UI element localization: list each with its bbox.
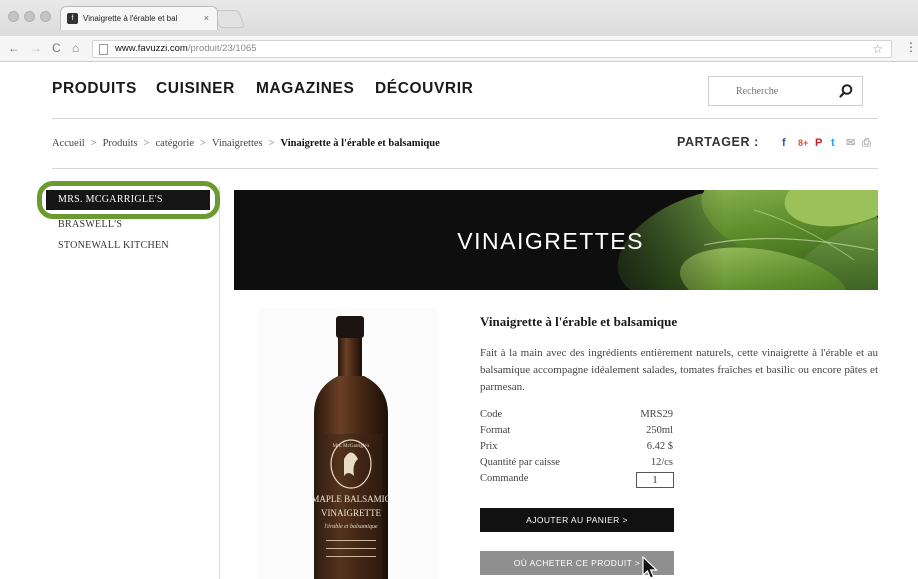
mouse-cursor-icon — [642, 556, 658, 579]
favicon-icon: f — [67, 13, 78, 24]
address-bar: ← → C ⌂ www.favuzzi.com/produit/23/1065 … — [0, 36, 918, 62]
share-label: PARTAGER : — [677, 135, 759, 149]
url-field[interactable]: www.favuzzi.com/produit/23/1065 ☆ — [92, 40, 892, 58]
bottle-label-line3: l'érable et balsamique — [324, 524, 378, 530]
breadcrumb-item[interactable]: catégorie — [156, 138, 194, 149]
spec-value-prix: 6.42 $ — [646, 441, 673, 452]
pinterest-icon[interactable]: P — [815, 136, 822, 150]
tab-close-icon[interactable]: × — [204, 7, 209, 30]
window-close-dot[interactable] — [8, 11, 19, 22]
spec-label-quantite: Quantité par caisse — [480, 457, 560, 468]
sidebar-item-stonewall-kitchen[interactable]: STONEWALL KITCHEN — [58, 240, 169, 251]
browser-tab-strip: f Vinaigrette à l'érable et bal × — [0, 0, 918, 36]
quantity-input[interactable] — [636, 472, 674, 488]
breadcrumb-item[interactable]: Accueil — [52, 138, 85, 149]
browser-tab[interactable]: f Vinaigrette à l'érable et bal × — [60, 6, 218, 30]
spec-label-prix: Prix — [480, 441, 498, 452]
email-icon[interactable]: ✉ — [846, 136, 855, 150]
sidebar-item-braswells[interactable]: BRASWELL'S — [58, 219, 122, 230]
bottle-brand-text: Mrs. McGarrigle's — [333, 444, 370, 449]
google-plus-icon[interactable]: 8+ — [798, 136, 808, 150]
breadcrumb-separator: > — [268, 138, 275, 149]
search-box — [708, 76, 863, 106]
nav-item-produits[interactable]: PRODUITS — [52, 80, 137, 98]
spec-value-quantite: 12/cs — [650, 457, 673, 468]
window-zoom-dot[interactable] — [40, 11, 51, 22]
spec-label-format: Format — [480, 425, 511, 436]
nav-item-magazines[interactable]: MAGAZINES — [256, 80, 354, 98]
window-minimize-dot[interactable] — [24, 11, 35, 22]
breadcrumb-separator: > — [200, 138, 206, 149]
reload-icon[interactable]: C — [52, 41, 61, 55]
spec-value-code: MRS29 — [640, 409, 673, 420]
banner-title: VINAIGRETTES — [457, 228, 644, 254]
breadcrumb: Accueil > Produits > catégorie > Vinaigrettes >… — [52, 138, 440, 149]
print-icon[interactable]: ⎙ — [862, 136, 871, 150]
browser-menu-icon[interactable]: ⋮ — [905, 40, 917, 54]
nav-item-decouvrir[interactable]: DÉCOUVRIR — [375, 80, 473, 98]
page-icon — [99, 44, 108, 55]
spec-label-code: Code — [480, 409, 503, 420]
search-input[interactable] — [709, 77, 829, 105]
bottle-label-line2: VINAIGRETTE — [321, 508, 381, 518]
twitter-icon[interactable]: t — [831, 136, 835, 150]
sidebar-divider — [219, 186, 220, 579]
order-label: Commande — [480, 473, 529, 484]
nav-item-cuisiner[interactable]: CUISINER — [156, 80, 235, 98]
breadcrumb-separator: > — [90, 138, 97, 149]
tab-title: Vinaigrette à l'érable et bal — [83, 14, 178, 23]
breadcrumb-divider — [52, 168, 878, 169]
bookmark-star-icon[interactable]: ☆ — [872, 41, 883, 57]
breadcrumb-separator: > — [143, 138, 150, 149]
url-host: www.favuzzi.com — [115, 43, 188, 54]
facebook-icon[interactable]: f — [782, 136, 786, 150]
bottle-label-line1: MAPLE BALSAMIC — [311, 494, 390, 504]
product-title: Vinaigrette à l'érable et balsamique — [480, 314, 678, 329]
breadcrumb-current: Vinaigrette à l'érable et balsamique — [280, 138, 440, 149]
sidebar-item-mrs-mcgarrigles[interactable]: MRS. MCGARRIGLE'S — [46, 190, 210, 210]
header-divider — [52, 118, 878, 119]
breadcrumb-item[interactable]: Produits — [103, 138, 138, 149]
add-to-cart-button[interactable]: AJOUTER AU PANIER > — [480, 508, 674, 532]
product-description: Fait à la main avec des ingrédients enti… — [480, 347, 878, 393]
product-bottle-image: Mrs. McGarrigle's MAPLE BALSAMIC VINAIGR… — [311, 316, 391, 579]
forward-arrow-icon[interactable]: → — [30, 41, 42, 55]
home-icon[interactable]: ⌂ — [72, 41, 79, 55]
breadcrumb-item[interactable]: Vinaigrettes — [212, 138, 263, 149]
spec-value-format: 250ml — [646, 425, 673, 436]
url-path: /produit/23/1065 — [187, 43, 257, 54]
back-arrow-icon[interactable]: ← — [8, 41, 20, 55]
search-icon[interactable] — [838, 83, 854, 99]
